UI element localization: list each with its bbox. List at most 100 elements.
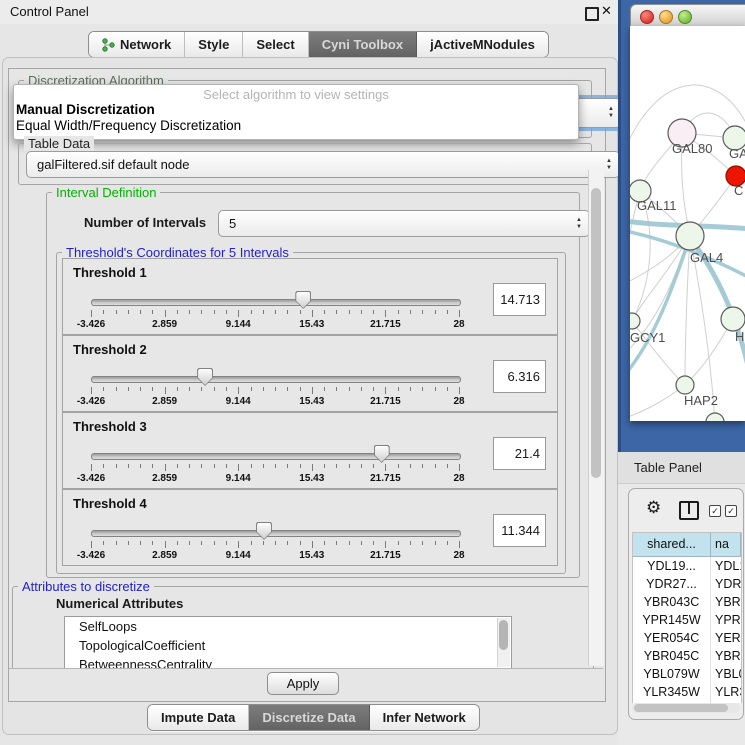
pane-divider [9,668,603,669]
pane-scrollbar[interactable] [588,170,604,666]
network-canvas[interactable]: GAL80GACGAL11GAL4HGCY1HAP2 [630,26,745,421]
cell-name[interactable]: YPR1 [711,611,741,629]
tick-mark [361,464,362,468]
threshold-value-field[interactable]: 6.316 [493,360,546,393]
tick-mark [263,464,264,468]
tab-style[interactable]: Style [185,32,243,57]
node-hap2[interactable] [676,376,694,394]
dropdown-item-equal-width[interactable]: Equal Width/Frequency Discretization [16,118,241,133]
threshold-value-field[interactable]: 21.4 [493,437,546,470]
cell-shared-name[interactable]: YPR145W [633,611,711,629]
tab-discretize-data[interactable]: Discretize Data [249,705,369,730]
slider-track[interactable] [91,376,461,383]
cell-shared-name[interactable]: YER054C [633,629,711,647]
numerical-attributes-list[interactable]: SelfLoopsTopologicalCoefficientBetweenne… [64,616,512,669]
slider-thumb[interactable] [295,291,311,309]
network-svg: GAL80GACGAL11GAL4HGCY1HAP2 [630,26,745,421]
attribute-list-item[interactable]: TopologicalCoefficient [65,636,511,655]
tick-mark [189,310,190,314]
tick-label: 2.859 [139,396,191,407]
node-gcy1[interactable] [630,313,640,329]
table-row[interactable]: YDR27...YDR2 [633,575,741,593]
node[interactable] [706,413,724,421]
table-row[interactable]: YBL079WYBL0 [633,665,741,683]
tab-impute-data[interactable]: Impute Data [148,705,249,730]
cell-name[interactable]: YDR2 [711,575,741,593]
table-data-combobox[interactable]: galFiltered.sif default node ▲▼ [26,151,620,178]
cell-name[interactable]: YER0 [711,629,741,647]
tab-jactivemnodules[interactable]: jActiveMNodules [417,32,548,57]
cell-name[interactable]: YBR0 [711,647,741,665]
column-header-shared-name[interactable]: shared... [633,533,711,556]
cell-name[interactable]: YDL1 [711,557,741,575]
slider-thumb[interactable] [374,445,390,463]
tab-network[interactable]: Network [89,32,185,57]
table-row[interactable]: YPR145WYPR1 [633,611,741,629]
float-window-icon[interactable] [585,7,599,21]
cell-shared-name[interactable]: YDL19... [633,557,711,575]
cell-shared-name[interactable]: YBR045C [633,647,711,665]
dropdown-item-manual[interactable]: Manual Discretization [16,102,155,117]
slider-thumb[interactable] [197,368,213,386]
table-row[interactable]: YDL19...YDL1 [633,557,741,575]
number-of-intervals-combobox[interactable]: 5 ▲▼ [218,210,590,237]
cell-shared-name[interactable]: YBR043C [633,593,711,611]
cell-name[interactable]: YBR0 [711,593,741,611]
attribute-list-item[interactable]: BetweennessCentrality [65,655,511,669]
column-header-name[interactable]: na [711,533,741,556]
tick-mark [165,310,166,317]
panel-title: Control Panel [10,4,89,19]
apply-button[interactable]: Apply [267,672,339,695]
tick-mark [91,310,92,317]
tick-mark [398,464,399,468]
cell-name[interactable]: YBL0 [711,665,741,683]
slider-track[interactable] [91,530,461,537]
table-horizontal-scrollbar[interactable] [632,703,740,713]
tick-label: 15.43 [286,473,338,484]
node-gal4[interactable] [676,222,704,250]
table-row[interactable]: YBR045CYBR0 [633,647,741,665]
cell-name[interactable]: YLR3 [711,683,741,701]
gear-icon[interactable]: ⚙ [646,498,661,518]
checkbox-icon[interactable]: ✓ [709,505,721,517]
tick-mark [251,310,252,314]
tab-select[interactable]: Select [243,32,308,57]
tab-label: jActiveMNodules [430,37,535,52]
close-traffic-light[interactable] [640,10,654,24]
tick-label: 21.715 [359,319,411,330]
slider-thumb[interactable] [256,522,272,540]
node-h[interactable] [721,307,745,331]
table-row[interactable]: YLR345WYLR3 [633,683,741,701]
network-window-titlebar [630,4,745,28]
table-row[interactable]: YER054CYER0 [633,629,741,647]
tick-mark [201,387,202,391]
tick-mark [238,541,239,548]
table-hscroll-thumb[interactable] [634,704,728,712]
tick-mark [287,310,288,314]
slider-track[interactable] [91,453,461,460]
node-table[interactable]: shared... na YDL19...YDL1YDR27...YDR2YBR… [632,532,742,703]
top-tab-bar: NetworkStyleSelectCyni Toolbox jActiveMNo… [88,31,549,58]
threshold-value-field[interactable]: 11.344 [493,514,546,547]
column-layout-icon[interactable] [679,501,699,520]
table-rows: YDL19...YDL1YDR27...YDR2YBR043CYBR0YPR14… [633,557,741,703]
tick-label: 28 [433,550,485,561]
tick-label: 2.859 [139,550,191,561]
cell-shared-name[interactable]: YLR345W [633,683,711,701]
tab-infer-network[interactable]: Infer Network [370,705,479,730]
slider-track[interactable] [91,299,461,306]
table-row[interactable]: YBR043CYBR0 [633,593,741,611]
tab-cyni-toolbox[interactable]: Cyni Toolbox [309,32,417,57]
zoom-traffic-light[interactable] [678,10,692,24]
cell-shared-name[interactable]: YBL079W [633,665,711,683]
attribute-list-item[interactable]: SelfLoops [65,617,511,636]
list-scrollbar-thumb[interactable] [499,620,508,650]
list-scrollbar[interactable] [497,618,510,667]
pane-scrollbar-thumb[interactable] [591,188,601,478]
minimize-traffic-light[interactable] [659,10,673,24]
tick-label: 2.859 [139,473,191,484]
threshold-value-field[interactable]: 14.713 [493,283,546,316]
close-icon[interactable]: ✕ [601,3,612,19]
cell-shared-name[interactable]: YDR27... [633,575,711,593]
checkbox-icon[interactable]: ✓ [725,505,737,517]
